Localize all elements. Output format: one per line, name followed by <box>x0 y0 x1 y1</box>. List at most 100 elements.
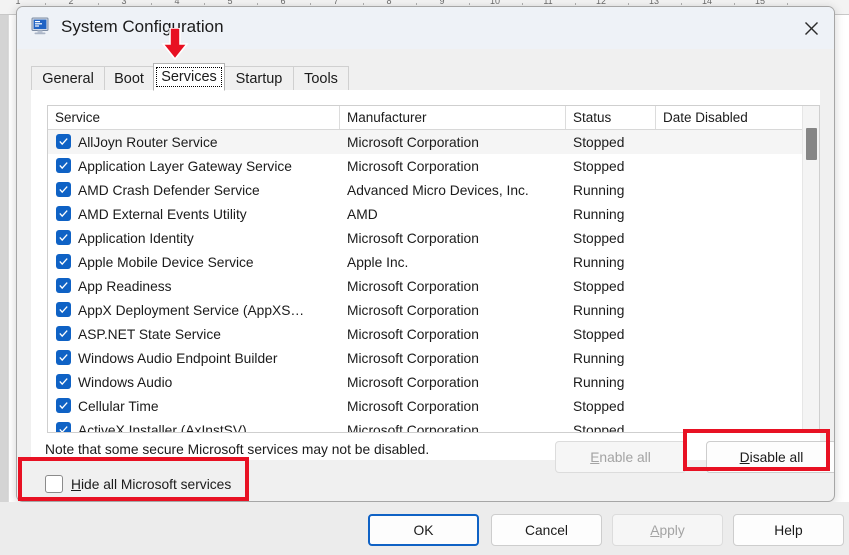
cell-status: Stopped <box>573 134 625 150</box>
vertical-scrollbar[interactable] <box>802 106 819 432</box>
row-checkbox[interactable] <box>56 422 71 432</box>
cell-manufacturer: Microsoft Corporation <box>347 158 479 174</box>
cell-manufacturer: Microsoft Corporation <box>347 374 479 390</box>
cell-date-disabled <box>663 226 802 250</box>
cell-service: AllJoyn Router Service <box>78 134 218 150</box>
table-row[interactable]: App Readiness Microsoft Corporation Stoppe… <box>48 274 819 298</box>
cell-date-disabled <box>663 274 802 298</box>
row-checkbox[interactable] <box>56 158 71 173</box>
cell-date-disabled <box>663 130 802 154</box>
cell-manufacturer: Microsoft Corporation <box>347 302 479 318</box>
tab-startup[interactable]: Startup <box>224 66 294 90</box>
cell-status: Running <box>573 254 625 270</box>
table-row[interactable]: Windows Audio Microsoft Corporation Runnin… <box>48 370 819 394</box>
table-row[interactable]: AllJoyn Router Service Microsoft Corporat… <box>48 130 819 154</box>
label-rest: ide all Microsoft services <box>80 476 232 492</box>
title-bar[interactable]: System Configuration <box>17 7 834 49</box>
cell-date-disabled <box>663 250 802 274</box>
list-header-row: Service Manufacturer Status Date Disabled <box>48 106 819 130</box>
cell-manufacturer: Microsoft Corporation <box>347 350 479 366</box>
disable-all-button[interactable]: Disable all <box>706 441 834 473</box>
cell-status: Stopped <box>573 398 625 414</box>
cell-date-disabled <box>663 418 802 432</box>
cell-date-disabled <box>663 370 802 394</box>
cell-status: Running <box>573 350 625 366</box>
cell-service: AMD External Events Utility <box>78 206 247 222</box>
label-rest: pply <box>659 522 685 538</box>
row-checkbox[interactable] <box>56 254 71 269</box>
cell-status: Stopped <box>573 158 625 174</box>
hide-all-microsoft-services-checkbox[interactable]: Hide all Microsoft services <box>45 475 231 493</box>
enable-all-button[interactable]: Enable all <box>555 441 686 473</box>
window-title: System Configuration <box>61 17 224 36</box>
help-button[interactable]: Help <box>733 514 844 546</box>
cell-manufacturer: Apple Inc. <box>347 254 409 270</box>
row-checkbox[interactable] <box>56 326 71 341</box>
ok-button[interactable]: OK <box>368 514 479 546</box>
table-row[interactable]: Windows Audio Endpoint Builder Microsoft … <box>48 346 819 370</box>
row-checkbox[interactable] <box>56 134 71 149</box>
row-checkbox[interactable] <box>56 230 71 245</box>
cell-date-disabled <box>663 394 802 418</box>
table-row[interactable]: ASP.NET State Service Microsoft Corporati… <box>48 322 819 346</box>
close-button[interactable] <box>788 7 834 49</box>
row-checkbox[interactable] <box>56 398 71 413</box>
table-row[interactable]: Application Layer Gateway Service Microso… <box>48 154 819 178</box>
cell-status: Stopped <box>573 326 625 342</box>
table-row[interactable]: Cellular Time Microsoft Corporation Stoppe… <box>48 394 819 418</box>
ruler-tick <box>150 3 152 5</box>
secure-services-note: Note that some secure Microsoft services… <box>45 442 430 457</box>
checkbox-box[interactable] <box>45 475 63 493</box>
tab-general[interactable]: General <box>31 66 105 90</box>
row-checkbox[interactable] <box>56 302 71 317</box>
cell-service: Apple Mobile Device Service <box>78 254 254 270</box>
row-checkbox[interactable] <box>56 374 71 389</box>
system-configuration-dialog: System Configuration General Boot Services… <box>16 6 835 502</box>
cell-manufacturer: Microsoft Corporation <box>347 230 479 246</box>
cell-status: Stopped <box>573 278 625 294</box>
tab-strip[interactable]: General Boot Services Startup Tools <box>31 63 820 91</box>
ruler-tick <box>44 3 46 5</box>
row-checkbox[interactable] <box>56 278 71 293</box>
tab-tools[interactable]: Tools <box>293 66 349 90</box>
cell-date-disabled <box>663 298 802 322</box>
table-row[interactable]: AMD Crash Defender Service Advanced Micro… <box>48 178 819 202</box>
tab-services[interactable]: Services <box>153 63 225 91</box>
row-checkbox[interactable] <box>56 206 71 221</box>
table-row[interactable]: AppX Deployment Service (AppXS… Microsoft… <box>48 298 819 322</box>
scrollbar-thumb[interactable] <box>806 128 817 160</box>
column-header-manufacturer[interactable]: Manufacturer <box>340 106 566 129</box>
tab-label: Tools <box>304 70 338 87</box>
services-list[interactable]: Service Manufacturer Status Date Disabled A… <box>47 105 820 433</box>
ruler-tick <box>256 3 258 5</box>
column-header-service[interactable]: Service <box>48 106 340 129</box>
tab-label: General <box>42 70 94 87</box>
table-row[interactable]: Apple Mobile Device Service Apple Inc. Run… <box>48 250 819 274</box>
table-row[interactable]: ActiveX Installer (AxInstSV) Microsoft Co… <box>48 418 819 432</box>
cell-date-disabled <box>663 154 802 178</box>
column-header-status[interactable]: Status <box>566 106 656 129</box>
table-row[interactable]: AMD External Events Utility AMD Running <box>48 202 819 226</box>
cell-service: AppX Deployment Service (AppXS… <box>78 302 305 318</box>
services-panel: Service Manufacturer Status Date Disabled A… <box>31 90 820 460</box>
cell-service: App Readiness <box>78 278 172 294</box>
tab-boot[interactable]: Boot <box>104 66 154 90</box>
screen: 1 2 3 4 5 6 7 8 9 10 11 12 13 14 15 System Configurati… <box>0 0 849 555</box>
tab-label: Boot <box>114 70 144 87</box>
label-rest: nable all <box>599 449 651 465</box>
row-checkbox[interactable] <box>56 350 71 365</box>
apply-button[interactable]: Apply <box>612 514 723 546</box>
cell-manufacturer: Advanced Micro Devices, Inc. <box>347 182 529 198</box>
tab-label: Startup <box>235 70 283 87</box>
cancel-button[interactable]: Cancel <box>491 514 602 546</box>
cell-manufacturer: Microsoft Corporation <box>347 134 479 150</box>
cell-status: Running <box>573 374 625 390</box>
column-header-date-disabled[interactable]: Date Disabled <box>656 106 804 129</box>
ruler-tick <box>97 3 99 5</box>
accel-key: D <box>739 449 750 465</box>
row-checkbox[interactable] <box>56 182 71 197</box>
table-row[interactable]: Application Identity Microsoft Corporatio… <box>48 226 819 250</box>
cell-service: ASP.NET State Service <box>78 326 221 342</box>
cell-manufacturer: Microsoft Corporation <box>347 326 479 342</box>
ruler-tick <box>468 3 470 5</box>
